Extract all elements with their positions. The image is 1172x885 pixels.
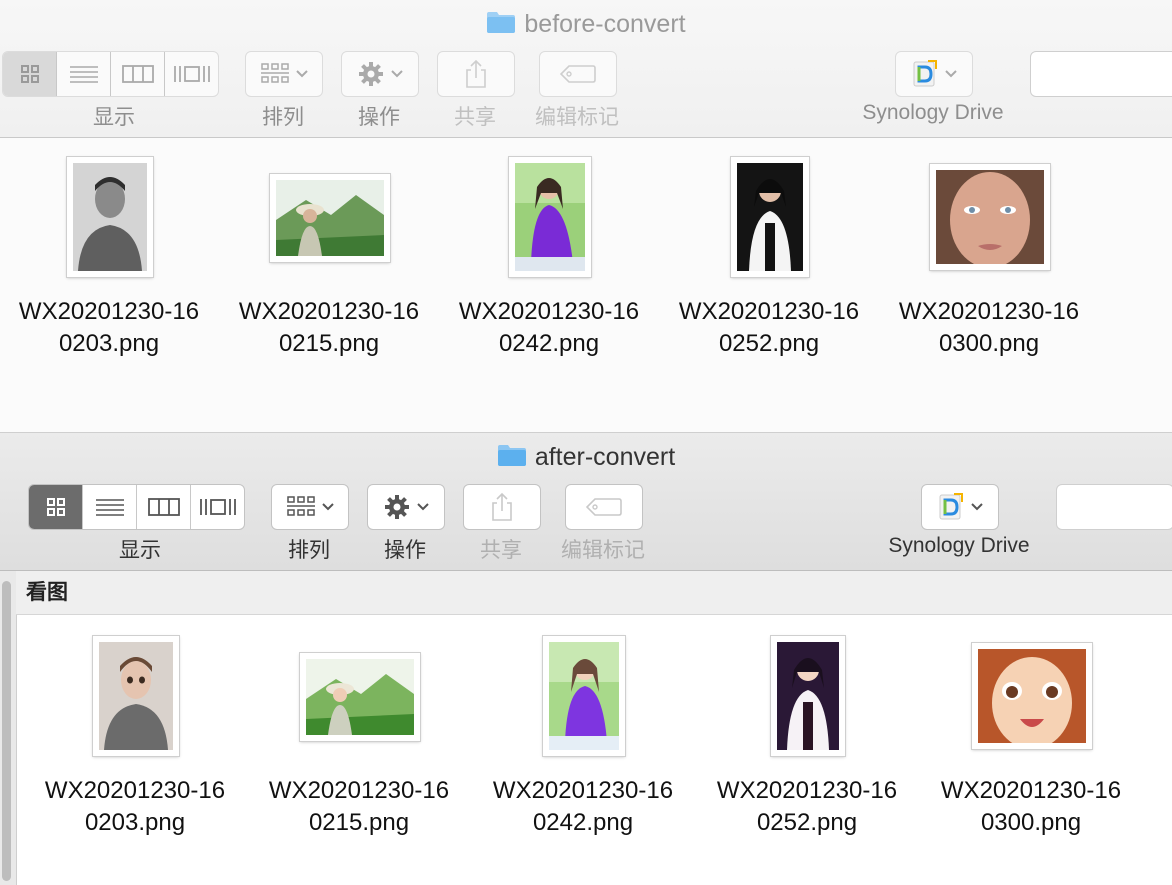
list-view-icon [95,499,124,516]
list-view-icon [69,66,98,83]
search-field[interactable] [1056,484,1172,530]
cover-flow-icon [173,66,210,82]
window-title: after-convert [0,443,1172,472]
cover-flow-icon [199,499,236,515]
column-view-icon [121,65,154,83]
file-item[interactable]: WX20201230-16 0215.png [220,150,440,370]
file-item[interactable]: WX20201230-16 0203.png [0,150,220,370]
cover-flow-button[interactable] [165,52,218,96]
column-view-button[interactable] [137,485,191,529]
file-name: WX20201230-16 0242.png [492,777,674,836]
file-name: WX20201230-16 0203.png [44,777,226,836]
icon-view-button[interactable] [3,52,57,96]
file-name: WX20201230-16 0215.png [238,298,420,357]
column-view-button[interactable] [111,52,165,96]
file-thumbnail[interactable] [731,157,809,277]
share-button[interactable] [437,51,515,97]
file-name: WX20201230-16 0242.png [458,298,640,357]
share-icon [466,59,486,88]
icon-view-button[interactable] [29,485,83,529]
synology-drive-label: Synology Drive [888,534,1030,557]
file-name: WX20201230-16 0300.png [940,777,1122,836]
file-item[interactable]: WX20201230-16 0242.png [440,150,660,370]
file-name: WX20201230-16 0252.png [678,298,860,357]
file-thumbnail[interactable] [771,636,845,756]
file-item[interactable]: WX20201230-16 0252.png [660,150,880,370]
tag-icon [586,498,622,516]
file-item[interactable]: WX20201230-16 0300.png [880,150,1100,370]
column-view-icon [147,498,180,516]
file-thumbnail[interactable] [93,636,179,756]
file-name: WX20201230-16 0300.png [898,298,1080,357]
arrange-button[interactable] [271,484,349,530]
arrange-button[interactable] [245,51,323,97]
tags-button[interactable] [539,51,617,97]
finder-window-after: after-convert 显示 排列 操作 共享 编辑标记 Synology … [0,432,1172,885]
folder-icon [486,10,516,33]
file-thumbnail[interactable] [270,174,390,262]
file-name: WX20201230-16 0252.png [716,777,898,836]
file-thumbnail[interactable] [509,157,591,277]
tags-button[interactable] [565,484,643,530]
synology-drive-label: Synology Drive [862,101,1004,124]
tags-label: 编辑标记 [561,539,645,562]
cover-flow-button[interactable] [191,485,244,529]
group-arrange-icon [261,63,289,83]
file-item[interactable]: WX20201230-16 0300.png [922,629,1142,859]
gear-icon [385,495,409,519]
chevron-down-icon [391,70,403,78]
file-name: WX20201230-16 0215.png [268,777,450,836]
view-segmented-control[interactable] [28,484,245,530]
gear-icon [359,62,383,86]
file-item[interactable]: WX20201230-16 0242.png [474,629,694,859]
file-thumbnail[interactable] [972,643,1092,749]
file-item[interactable]: WX20201230-16 0252.png [698,629,918,859]
window-title: before-convert [0,10,1172,39]
view-segmented-control[interactable] [2,51,219,97]
synology-drive-icon [939,493,963,520]
synology-drive-button[interactable] [921,484,999,530]
file-thumbnail[interactable] [930,164,1050,270]
action-button[interactable] [341,51,419,97]
group-arrange-icon [287,496,315,516]
share-button[interactable] [463,484,541,530]
chevron-down-icon [322,503,334,511]
icon-view-icon [20,65,39,83]
toolbar: after-convert 显示 排列 操作 共享 编辑标记 Synology … [0,433,1172,571]
finder-window-before: before-convert 显示 排列 操作 共享 编辑标记 Synology… [0,0,1172,432]
list-view-button[interactable] [57,52,111,96]
tag-icon [560,65,596,83]
icon-view-icon [46,498,65,516]
view-label: 显示 [119,539,161,562]
tags-label: 编辑标记 [535,106,619,129]
synology-drive-icon [913,60,937,87]
chevron-down-icon [296,70,308,78]
scrollbar-thumb[interactable] [2,581,11,881]
toolbar: before-convert 显示 排列 操作 共享 编辑标记 Synology… [0,0,1172,138]
chevron-down-icon [945,70,957,78]
list-view-button[interactable] [83,485,137,529]
window-title-text: before-convert [524,10,686,38]
file-item[interactable]: WX20201230-16 0203.png [26,629,246,859]
file-thumbnail[interactable] [543,636,625,756]
synology-drive-button[interactable] [895,51,973,97]
chevron-down-icon [971,503,983,511]
folder-icon [497,443,527,466]
action-button[interactable] [367,484,445,530]
file-thumbnail[interactable] [300,653,420,741]
view-label: 显示 [93,106,135,129]
file-thumbnail[interactable] [67,157,153,277]
group-header: 看图 [16,571,1172,615]
share-icon [492,492,512,521]
file-name: WX20201230-16 0203.png [18,298,200,357]
chevron-down-icon [417,503,429,511]
file-item[interactable]: WX20201230-16 0215.png [250,629,470,859]
window-title-text: after-convert [534,443,676,471]
sidebar-scrollbar[interactable] [0,571,17,885]
search-field[interactable] [1030,51,1172,97]
